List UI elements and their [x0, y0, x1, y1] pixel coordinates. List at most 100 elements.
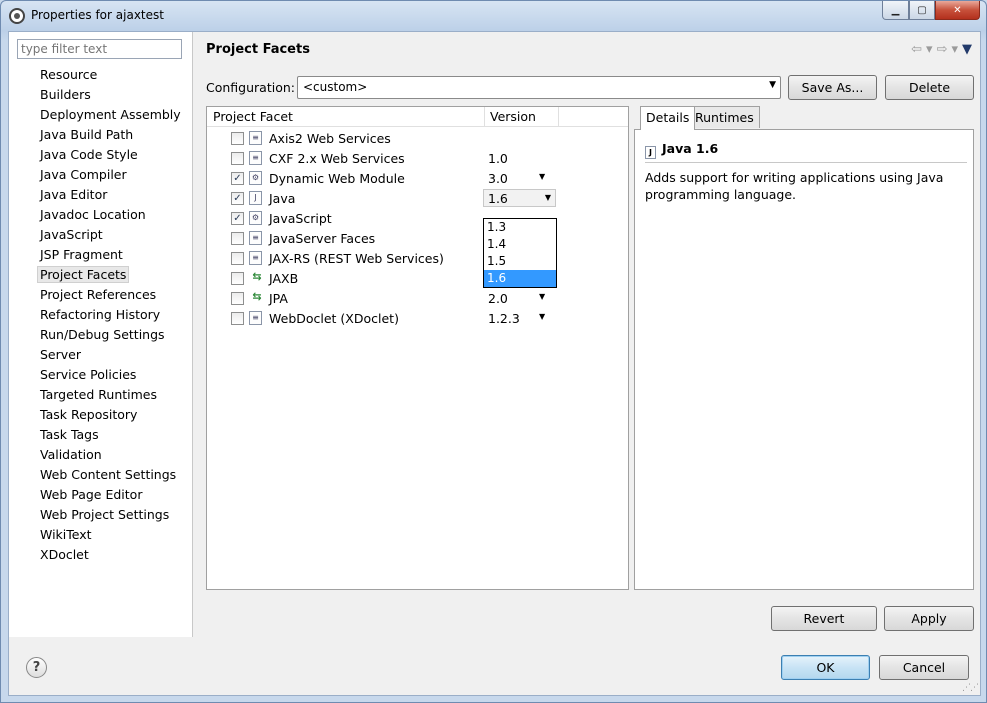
nav-item[interactable]: Javadoc Location	[9, 205, 193, 225]
version-option[interactable]: 1.5	[484, 253, 556, 270]
nav-item[interactable]: Server	[9, 345, 193, 365]
forward-arrow-icon[interactable]: ⇨	[937, 42, 948, 57]
apply-button[interactable]: Apply	[884, 606, 974, 631]
nav-item[interactable]: Run/Debug Settings	[9, 325, 193, 345]
ok-button[interactable]: OK	[781, 655, 870, 680]
nav-item-label: Java Editor	[40, 187, 108, 202]
nav-item[interactable]: Java Compiler	[9, 165, 193, 185]
nav-item[interactable]: Java Build Path	[9, 125, 193, 145]
facet-checkbox[interactable]	[231, 272, 244, 285]
facet-checkbox[interactable]: ✓	[231, 212, 244, 225]
configuration-select[interactable]: <custom> ▼	[297, 76, 781, 99]
nav-item[interactable]: Project References	[9, 285, 193, 305]
view-menu-icon[interactable]: ▼	[962, 42, 972, 57]
details-panel: Details Runtimes J Java 1.6 Adds support …	[634, 106, 974, 590]
nav-item[interactable]: XDoclet	[9, 545, 193, 565]
facet-row[interactable]: ✓ ⚙ Dynamic Web Module 3.0 ▼	[207, 168, 628, 188]
nav-item[interactable]: Web Page Editor	[9, 485, 193, 505]
properties-window: Properties for ajaxtest ▁ ▢ ✕ Resource Bu…	[0, 0, 987, 703]
nav-item[interactable]: Resource	[9, 65, 193, 85]
chevron-down-icon[interactable]: ▼	[545, 193, 551, 202]
nav-item[interactable]: Web Content Settings	[9, 465, 193, 485]
facet-row[interactable]: ≡ JAX-RS (REST Web Services)	[207, 248, 628, 268]
minimize-button[interactable]: ▁	[882, 1, 909, 20]
back-arrow-icon[interactable]: ⇦	[911, 42, 922, 57]
facet-version[interactable]: 3.0	[488, 171, 508, 186]
nav-item[interactable]: Service Policies	[9, 365, 193, 385]
nav-item[interactable]: Web Project Settings	[9, 505, 193, 525]
version-option[interactable]: 1.4	[484, 236, 556, 253]
window-controls: ▁ ▢ ✕	[882, 1, 980, 20]
forward-menu-icon[interactable]: ▾	[951, 42, 958, 57]
nav-item[interactable]: Refactoring History	[9, 305, 193, 325]
details-description: Adds support for writing applications us…	[645, 170, 944, 202]
delete-button[interactable]: Delete	[885, 75, 974, 100]
chevron-down-icon[interactable]: ▼	[539, 312, 545, 321]
facet-version[interactable]: 1.2.3	[488, 311, 520, 326]
nav-item-label: Refactoring History	[40, 307, 161, 322]
nav-item-label: JSP Fragment	[40, 247, 123, 262]
facet-row[interactable]: ⇆JAXB2.1	[207, 268, 628, 288]
facet-checkbox[interactable]	[231, 232, 244, 245]
facet-row[interactable]: ≡ JavaServer Faces	[207, 228, 628, 248]
dialog-client: Resource Builders Deployment Assembly Java …	[8, 31, 981, 696]
facet-row[interactable]: ≡ CXF 2.x Web Services 1.0	[207, 148, 628, 168]
details-title-text: Java 1.6	[662, 141, 719, 156]
facet-checkbox[interactable]	[231, 292, 244, 305]
property-pages-list: Resource Builders Deployment Assembly Java …	[9, 65, 193, 565]
chevron-down-icon[interactable]: ▼	[539, 172, 545, 181]
filter-input[interactable]	[17, 39, 182, 59]
nav-item-label: Targeted Runtimes	[40, 387, 157, 402]
nav-item[interactable]: JavaScript	[9, 225, 193, 245]
version-option[interactable]: 1.6	[484, 270, 556, 287]
facet-row[interactable]: ≡ WebDoclet (XDoclet) 1.2.3 ▼	[207, 308, 628, 328]
facet-checkbox[interactable]	[231, 312, 244, 325]
column-project-facet[interactable]: Project Facet	[213, 109, 293, 124]
facet-checkbox[interactable]	[231, 152, 244, 165]
nav-item[interactable]: WikiText	[9, 525, 193, 545]
version-combo[interactable]: 1.6 ▼	[483, 189, 556, 207]
chevron-down-icon[interactable]: ▼	[539, 292, 545, 301]
tab-details[interactable]: Details	[640, 106, 696, 130]
page-navigation: ⇦ ▾ ⇨ ▾ ▼	[911, 42, 972, 57]
revert-button[interactable]: Revert	[771, 606, 877, 631]
nav-item[interactable]: Targeted Runtimes	[9, 385, 193, 405]
facet-checkbox[interactable]: ✓	[231, 192, 244, 205]
facet-checkbox[interactable]	[231, 252, 244, 265]
nav-item-label: Web Project Settings	[40, 507, 170, 522]
resize-grip-icon[interactable]: ⋰⋰	[962, 683, 979, 693]
title-bar[interactable]: Properties for ajaxtest ▁ ▢ ✕	[1, 1, 986, 31]
save-as-button[interactable]: Save As...	[788, 75, 877, 100]
nav-item[interactable]: Validation	[9, 445, 193, 465]
nav-item-label: Web Content Settings	[40, 467, 177, 482]
tab-runtimes[interactable]: Runtimes	[689, 106, 760, 128]
version-option[interactable]: 1.3	[484, 219, 556, 236]
facet-row[interactable]: ✓ J Java 1.6 ▼	[207, 188, 628, 208]
facet-version[interactable]: 2.0	[488, 291, 508, 306]
nav-item[interactable]: Deployment Assembly	[9, 105, 193, 125]
facet-checkbox[interactable]: ✓	[231, 172, 244, 185]
nav-item[interactable]: Project Facets	[9, 265, 193, 285]
nav-item[interactable]: Java Code Style	[9, 145, 193, 165]
facet-checkbox[interactable]	[231, 132, 244, 145]
nav-item[interactable]: Builders	[9, 85, 193, 105]
nav-item-label: JavaScript	[40, 227, 103, 242]
cancel-button[interactable]: Cancel	[879, 655, 969, 680]
facet-row[interactable]: ⇆ JPA 2.0 ▼	[207, 288, 628, 308]
version-dropdown-list[interactable]: 1.3 1.4 1.5 1.6	[483, 218, 557, 288]
facet-name: Axis2 Web Services	[269, 131, 391, 146]
facet-row[interactable]: ✓ ⚙ JavaScript	[207, 208, 628, 228]
nav-item[interactable]: Task Repository	[9, 405, 193, 425]
nav-item-label: Project Facets	[37, 266, 130, 283]
help-icon[interactable]: ?	[26, 657, 47, 678]
nav-item[interactable]: Java Editor	[9, 185, 193, 205]
facet-name: JAX-RS (REST Web Services)	[269, 251, 444, 266]
nav-item[interactable]: Task Tags	[9, 425, 193, 445]
column-version[interactable]: Version	[490, 109, 536, 124]
maximize-button[interactable]: ▢	[909, 1, 935, 20]
facets-table: Project Facet Version ≡ Axis2 Web Service…	[206, 106, 629, 590]
close-button[interactable]: ✕	[935, 1, 980, 20]
nav-item[interactable]: JSP Fragment	[9, 245, 193, 265]
facet-row[interactable]: ≡ Axis2 Web Services	[207, 128, 628, 148]
back-menu-icon[interactable]: ▾	[926, 42, 933, 57]
